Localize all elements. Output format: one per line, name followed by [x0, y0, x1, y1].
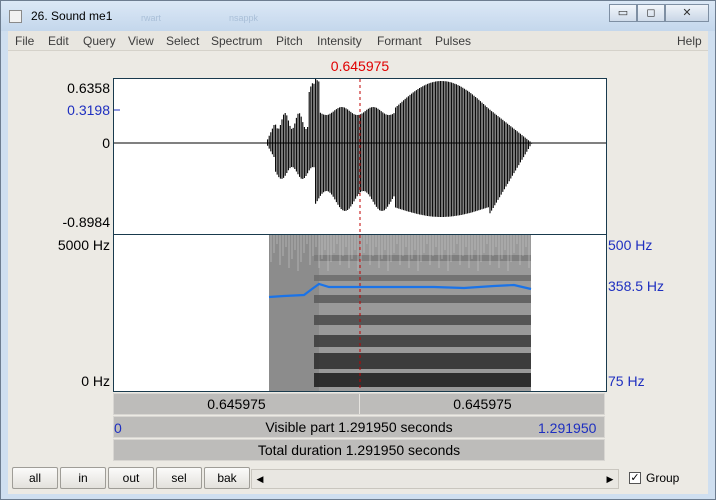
formant-band-2: [314, 335, 531, 347]
scroll-left-arrow-icon[interactable]: ◀: [252, 470, 268, 488]
minimize-button[interactable]: ▭: [609, 4, 637, 22]
formant-band-4: [314, 295, 531, 303]
zoom-all-button[interactable]: all: [12, 467, 58, 489]
menu-intensity[interactable]: Intensity: [317, 34, 362, 48]
menu-formant[interactable]: Formant: [377, 34, 422, 48]
visible-part-label: Visible part 1.291950 seconds: [265, 419, 453, 435]
menu-select[interactable]: Select: [166, 34, 199, 48]
menu-pitch[interactable]: Pitch: [276, 34, 303, 48]
title-bar[interactable]: 26. Sound me1 rwart nsappk ▭ ◻ ✕: [1, 1, 715, 31]
window-title: 26. Sound me1: [31, 9, 113, 23]
editor-client-area: File Edit Query View Select Spectrum Pit…: [8, 31, 708, 494]
group-checkbox[interactable]: ✓: [629, 472, 641, 484]
menu-query[interactable]: Query: [83, 34, 116, 48]
waveform-y-zero: 0: [102, 135, 110, 151]
spectrogram-onset-region: [269, 235, 319, 391]
zoom-out-button[interactable]: out: [108, 467, 154, 489]
spectrogram-freq-min: 0 Hz: [81, 373, 110, 389]
title-ghost-text-1: rwart: [141, 13, 161, 23]
waveform-trace: [267, 79, 533, 217]
zoom-in-button[interactable]: in: [60, 467, 106, 489]
waveform-y-cursor-value: 0.3198: [67, 102, 110, 118]
cursor-time-label: 0.645975: [330, 58, 390, 74]
zoom-sel-button[interactable]: sel: [156, 467, 202, 489]
title-ghost-text-2: nsappk: [229, 13, 259, 23]
formant-band-3: [314, 315, 531, 325]
waveform-plot: [114, 79, 606, 234]
window-app-icon: [9, 10, 22, 23]
cursor-time-bar[interactable]: 0.645975 0.645975: [113, 393, 605, 415]
total-duration-bar[interactable]: Total duration 1.291950 seconds: [113, 439, 605, 461]
waveform-panel[interactable]: [113, 78, 607, 235]
cursor-left-interval[interactable]: 0.645975: [114, 394, 359, 414]
menu-bar: File Edit Query View Select Spectrum Pit…: [8, 31, 708, 51]
pitch-max-label: 500 Hz: [608, 237, 653, 253]
spectrogram-freq-max: 5000 Hz: [57, 237, 110, 253]
spectrogram-plot: [268, 235, 532, 391]
sound-editor-window: 26. Sound me1 rwart nsappk ▭ ◻ ✕ File Ed…: [0, 0, 716, 500]
visible-end-time: 1.291950: [538, 420, 597, 436]
zoom-back-button[interactable]: bak: [204, 467, 250, 489]
cursor-right-interval[interactable]: 0.645975: [360, 394, 605, 414]
spectrogram-panel[interactable]: [113, 235, 607, 392]
formant-band-1: [314, 353, 531, 369]
visible-start-time: 0: [114, 420, 122, 436]
pitch-current-label: 358.5 Hz: [608, 278, 665, 294]
menu-edit[interactable]: Edit: [48, 34, 69, 48]
menu-spectrum[interactable]: Spectrum: [211, 34, 262, 48]
group-label: Group: [646, 471, 680, 485]
formant-band-6: [314, 255, 531, 261]
visible-part-bar[interactable]: Visible part 1.291950 seconds: [113, 416, 605, 438]
formant-band-7: [314, 373, 531, 387]
waveform-y-min: -0.8984: [62, 214, 110, 230]
pitch-min-label: 75 Hz: [608, 373, 645, 389]
maximize-button[interactable]: ◻: [637, 4, 665, 22]
menu-file[interactable]: File: [15, 34, 34, 48]
menu-pulses[interactable]: Pulses: [435, 34, 471, 48]
bottom-toolbar: all in out sel bak ◀ ▶ ✓ Group: [8, 464, 708, 494]
menu-view[interactable]: View: [128, 34, 154, 48]
waveform-y-max: 0.6358: [67, 80, 110, 96]
formant-band-5: [314, 275, 531, 281]
close-button[interactable]: ✕: [665, 4, 709, 22]
scroll-right-arrow-icon[interactable]: ▶: [602, 470, 618, 488]
horizontal-scrollbar[interactable]: ◀ ▶: [251, 469, 619, 489]
menu-help[interactable]: Help: [677, 34, 702, 48]
